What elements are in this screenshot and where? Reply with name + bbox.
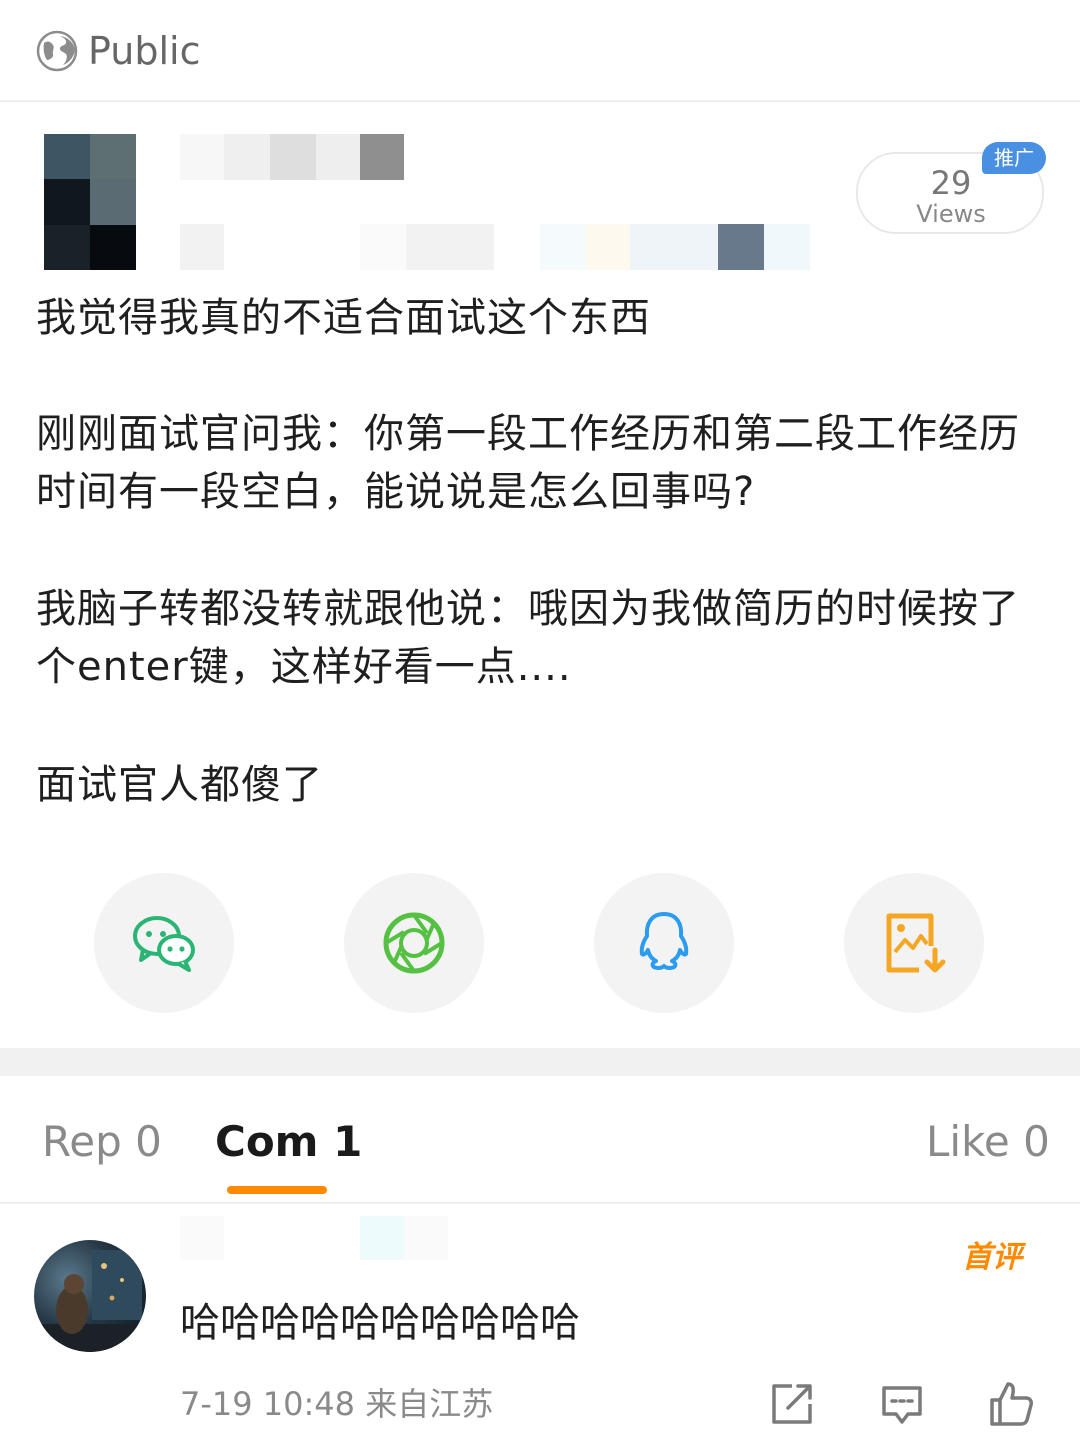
reply-icon[interactable]	[878, 1380, 926, 1428]
section-divider	[0, 1048, 1080, 1076]
visibility-bar: Public	[0, 0, 1080, 102]
globe-icon	[36, 30, 78, 72]
post-paragraph-1: 我觉得我真的不适合面试这个东西	[36, 295, 651, 341]
share-wechat-button[interactable]	[94, 873, 234, 1013]
post-paragraph-4: 面试官人都傻了	[36, 762, 323, 808]
author-avatar[interactable]	[44, 134, 136, 270]
tabs-divider	[0, 1202, 1080, 1204]
post-meta-blurred	[180, 224, 810, 270]
tab-likes[interactable]: Like 0	[926, 1116, 1050, 1168]
avatar-photo	[34, 1250, 146, 1352]
like-icon[interactable]	[986, 1380, 1034, 1428]
moments-icon	[383, 912, 445, 974]
active-tab-indicator	[227, 1186, 327, 1194]
comment-time: 7-19 10:48	[180, 1385, 356, 1423]
author-name-blurred[interactable]	[180, 134, 406, 180]
share-moments-button[interactable]	[344, 873, 484, 1013]
commenter-avatar[interactable]	[34, 1240, 146, 1352]
visibility-label: Public	[88, 29, 201, 73]
comment-text: 哈哈哈哈哈哈哈哈哈哈	[180, 1300, 580, 1346]
comment-meta: 7-19 10:48 来自江苏	[180, 1382, 493, 1426]
post-paragraph-2: 刚刚面试官问我：你第一段工作经历和第二段工作经历时间有一段空白，能说说是怎么回事…	[36, 411, 1020, 515]
wechat-icon	[133, 916, 195, 972]
first-comment-badge: 首评	[962, 1240, 1022, 1275]
tab-comments[interactable]: Com 1	[215, 1116, 362, 1168]
tab-reposts[interactable]: Rep 0	[42, 1116, 162, 1168]
save-image-icon	[886, 913, 946, 973]
save-image-button[interactable]	[844, 873, 984, 1013]
share-qq-button[interactable]	[594, 873, 734, 1013]
qq-icon	[639, 912, 689, 970]
comment-location: 来自江苏	[365, 1385, 494, 1423]
views-label: Views	[916, 200, 986, 228]
post-paragraph-3: 我脑子转都没转就跟他说：哦因为我做简历的时候按了个enter键，这样好看一点..…	[36, 586, 1020, 690]
promote-tag[interactable]: 推广	[982, 142, 1046, 174]
commenter-name-blurred[interactable]	[180, 1216, 450, 1260]
share-icon[interactable]	[768, 1380, 816, 1428]
